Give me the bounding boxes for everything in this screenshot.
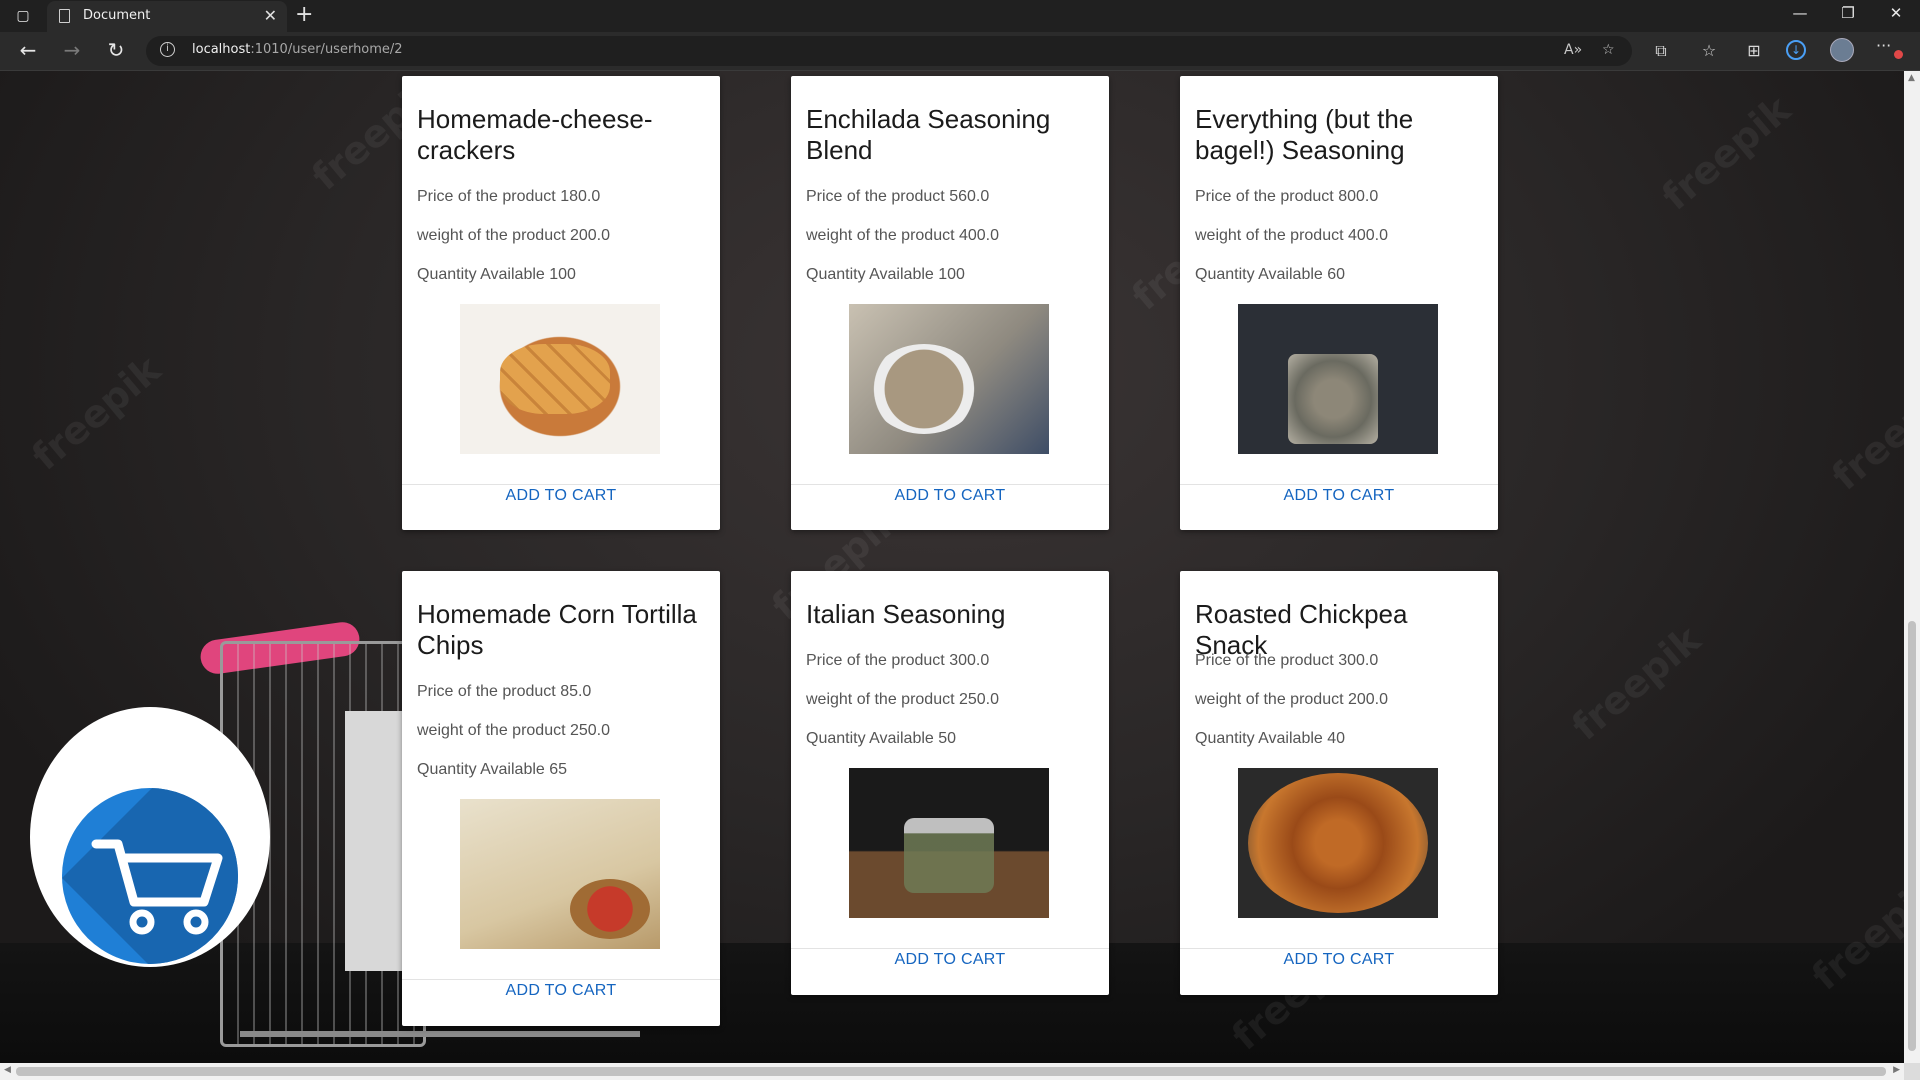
card-divider	[791, 484, 1109, 485]
product-price: Price of the product 85.0	[417, 683, 592, 700]
cheese-crackers-photo	[460, 304, 660, 454]
back-arrow-icon[interactable]: ←	[14, 38, 42, 62]
watermark: freepik	[23, 347, 169, 479]
tab-strip: ▢ Document ✕ + — ❐ ✕	[0, 0, 1920, 32]
close-window-icon[interactable]: ✕	[1876, 4, 1916, 22]
shopping-bag-decoration	[345, 711, 405, 971]
product-price: Price of the product 800.0	[1195, 188, 1379, 205]
address-bar: ← → ↻ i localhost:1010/user/userhome/2 A…	[0, 32, 1920, 71]
puzzle-icon[interactable]: ⧉	[1649, 41, 1673, 61]
horizontal-scrollbar[interactable]: ◀ ▶	[0, 1063, 1904, 1080]
product-quantity: Quantity Available 50	[806, 730, 957, 747]
tortilla-chips-photo	[460, 799, 660, 949]
product-weight: weight of the product 200.0	[417, 227, 611, 244]
scroll-up-icon[interactable]: ▲	[1908, 73, 1915, 83]
product-quantity: Quantity Available 100	[806, 266, 965, 283]
url-text[interactable]: localhost:1010/user/userhome/2	[192, 42, 403, 57]
product-name: Enchilada Seasoning Blend	[806, 104, 1051, 165]
url-field[interactable]: i localhost:1010/user/userhome/2 A» ☆	[146, 36, 1632, 66]
tab-document[interactable]: Document ✕	[47, 1, 287, 32]
info-icon[interactable]: i	[160, 42, 175, 57]
scroll-left-icon[interactable]: ◀	[4, 1065, 11, 1075]
card-divider	[1180, 948, 1498, 949]
product-price: Price of the product 300.0	[1195, 652, 1379, 669]
tab-title: Document	[83, 8, 151, 23]
avatar[interactable]	[1830, 38, 1854, 62]
product-price: Price of the product 180.0	[417, 188, 601, 205]
product-name: Italian Seasoning	[806, 599, 1006, 629]
product-weight: weight of the product 200.0	[1195, 691, 1389, 708]
close-icon[interactable]: ✕	[264, 6, 277, 25]
add-to-cart-button[interactable]: ADD TO CART	[1180, 951, 1498, 969]
watermark: freepik	[1563, 617, 1709, 749]
watermark: freepik	[1653, 87, 1799, 219]
refresh-icon[interactable]: ↻	[102, 38, 130, 62]
product-quantity: Quantity Available 65	[417, 761, 568, 778]
watermark: freepik	[1823, 367, 1904, 499]
favorites-icon[interactable]: ☆	[1697, 41, 1721, 60]
scroll-right-icon[interactable]: ▶	[1893, 1065, 1900, 1075]
product-weight: weight of the product 250.0	[417, 722, 611, 739]
shopping-cart-button[interactable]	[62, 788, 238, 964]
tab-actions-icon[interactable]: ▢	[12, 7, 34, 25]
card-divider	[1180, 484, 1498, 485]
plus-icon[interactable]: +	[295, 2, 313, 27]
product-weight: weight of the product 250.0	[806, 691, 1000, 708]
minimize-icon[interactable]: —	[1780, 4, 1820, 22]
download-icon[interactable]: ↓	[1786, 40, 1806, 60]
card-divider	[402, 979, 720, 980]
product-card: Enchilada Seasoning Blend Price of the p…	[791, 76, 1109, 530]
add-favorite-icon[interactable]: ☆	[1602, 42, 1615, 58]
cart-frame-decoration	[240, 1031, 640, 1037]
add-to-cart-button[interactable]: ADD TO CART	[402, 487, 720, 505]
add-to-cart-button[interactable]: ADD TO CART	[791, 951, 1109, 969]
restore-icon[interactable]: ❐	[1828, 4, 1868, 22]
product-price: Price of the product 300.0	[806, 652, 990, 669]
forward-arrow-icon[interactable]: →	[58, 38, 86, 62]
product-card: Roasted Chickpea Snack Price of the prod…	[1180, 571, 1498, 995]
add-to-cart-button[interactable]: ADD TO CART	[1180, 487, 1498, 505]
product-weight: weight of the product 400.0	[1195, 227, 1389, 244]
vertical-scrollbar[interactable]: ▲	[1904, 71, 1920, 1063]
product-weight: weight of the product 400.0	[806, 227, 1000, 244]
product-price: Price of the product 560.0	[806, 188, 990, 205]
notification-badge	[1894, 50, 1903, 59]
chickpea-snack-photo	[1238, 768, 1438, 918]
product-card: Homemade-cheese-crackers Price of the pr…	[402, 76, 720, 530]
shopping-cart-icon	[91, 839, 223, 935]
page-icon	[59, 9, 70, 23]
product-quantity: Quantity Available 60	[1195, 266, 1346, 283]
enchilada-seasoning-photo	[849, 304, 1049, 454]
product-name: Homemade Corn Tortilla Chips	[417, 599, 697, 660]
product-card: Italian Seasoning Price of the product 3…	[791, 571, 1109, 995]
add-to-cart-button[interactable]: ADD TO CART	[402, 982, 720, 1000]
ellipsis-icon[interactable]: ···	[1876, 36, 1891, 55]
product-quantity: Quantity Available 40	[1195, 730, 1346, 747]
card-divider	[402, 484, 720, 485]
collections-icon[interactable]: ⊞	[1742, 41, 1766, 60]
scrollbar-corner	[1904, 1063, 1920, 1080]
product-quantity: Quantity Available 100	[417, 266, 576, 283]
read-aloud-icon[interactable]: A»	[1564, 42, 1582, 58]
product-name: Homemade-cheese-crackers	[417, 104, 653, 165]
product-card: Homemade Corn Tortilla Chips Price of th…	[402, 571, 720, 1026]
product-name: Everything (but the bagel!) Seasoning	[1195, 104, 1414, 165]
italian-seasoning-photo	[849, 768, 1049, 918]
horizontal-scroll-thumb[interactable]	[16, 1067, 1886, 1076]
vertical-scroll-thumb[interactable]	[1908, 621, 1916, 1051]
add-to-cart-button[interactable]: ADD TO CART	[791, 487, 1109, 505]
bagel-seasoning-photo	[1238, 304, 1438, 454]
card-divider	[791, 948, 1109, 949]
product-card: Everything (but the bagel!) Seasoning Pr…	[1180, 76, 1498, 530]
